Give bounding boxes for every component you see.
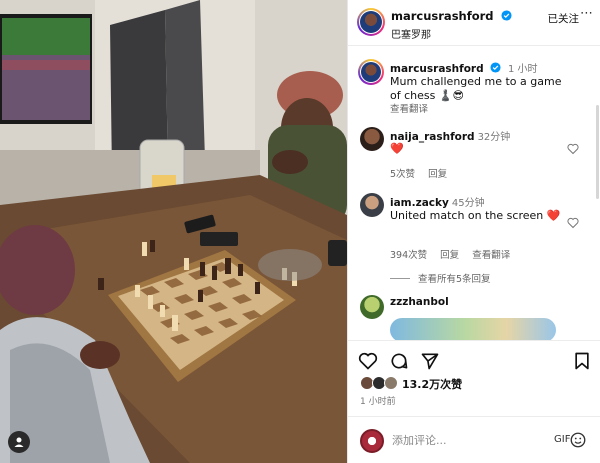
commenter-avatar[interactable] bbox=[360, 193, 384, 217]
comment-input[interactable] bbox=[392, 430, 542, 450]
caption-avatar[interactable] bbox=[358, 59, 384, 85]
chess-scene-image bbox=[0, 0, 347, 463]
comment-meta: 5次赞 回复 bbox=[390, 166, 457, 180]
emoji-icon[interactable] bbox=[569, 431, 587, 449]
instagram-post-window: marcusrashford 巴塞罗那 已关注 ⋯ marcusrashford… bbox=[0, 0, 600, 463]
share-icon[interactable] bbox=[420, 351, 440, 371]
comment-username[interactable]: naija_rashford 32分钟 bbox=[390, 128, 510, 143]
comment-meta: 394次赞 回复 查看翻译 bbox=[390, 247, 520, 261]
location-link[interactable]: 巴塞罗那 bbox=[391, 26, 431, 41]
caption-username[interactable]: marcusrashford 1 小时 bbox=[390, 60, 537, 75]
liker-avatar bbox=[384, 376, 398, 390]
reply-button[interactable]: 回复 bbox=[440, 250, 459, 261]
scrollbar[interactable] bbox=[596, 105, 599, 199]
author-username[interactable]: marcusrashford bbox=[391, 9, 512, 23]
comment-icon[interactable] bbox=[389, 351, 409, 371]
likes-summary[interactable]: 13.2万次赞 bbox=[348, 374, 600, 394]
like-comment-icon[interactable] bbox=[567, 217, 579, 229]
comment-translate[interactable]: 查看翻译 bbox=[472, 250, 510, 261]
verified-icon bbox=[490, 62, 501, 73]
following-button[interactable]: 已关注 bbox=[548, 11, 580, 26]
user-tag-icon[interactable] bbox=[8, 431, 30, 453]
likes-count[interactable]: 13.2万次赞 bbox=[402, 376, 462, 392]
like-comment-icon[interactable] bbox=[567, 143, 579, 155]
comment-username[interactable]: zzzhanbol bbox=[390, 296, 449, 308]
view-replies-button[interactable]: 查看所有5条回复 bbox=[390, 271, 491, 285]
comment-text: United match on the screen ❤️ bbox=[390, 209, 561, 222]
post-details-panel: marcusrashford 巴塞罗那 已关注 ⋯ marcusrashford… bbox=[347, 0, 600, 463]
author-avatar[interactable] bbox=[357, 8, 385, 36]
post-time: 1 小时前 bbox=[360, 397, 396, 407]
current-user-avatar bbox=[360, 429, 384, 453]
caption-translate[interactable]: 查看翻译 bbox=[390, 101, 438, 115]
caption-time: 1 小时 bbox=[507, 64, 538, 75]
save-icon[interactable] bbox=[572, 351, 592, 371]
add-comment-bar: GIF bbox=[348, 416, 600, 463]
comment-likes[interactable]: 394次赞 bbox=[390, 250, 427, 261]
comments-list[interactable]: marcusrashford 1 小时 Mum challenged me to… bbox=[348, 47, 600, 340]
caption-text: Mum challenged me to a game of chess ♟️😎 bbox=[390, 75, 562, 102]
comment-sticker-image bbox=[390, 318, 556, 340]
comment-text: ❤️ bbox=[390, 142, 404, 155]
heart-icon[interactable] bbox=[358, 351, 378, 371]
reply-button[interactable]: 回复 bbox=[428, 169, 447, 180]
verified-icon bbox=[501, 10, 512, 21]
post-photo[interactable] bbox=[0, 0, 347, 463]
commenter-avatar[interactable] bbox=[360, 127, 384, 151]
comment-likes[interactable]: 5次赞 bbox=[390, 169, 415, 180]
gif-button[interactable]: GIF bbox=[554, 434, 570, 445]
more-options-icon[interactable]: ⋯ bbox=[580, 6, 593, 21]
commenter-avatar[interactable] bbox=[360, 295, 384, 319]
post-header: marcusrashford 巴塞罗那 已关注 ⋯ bbox=[348, 0, 600, 46]
comment-username[interactable]: iam.zacky 45分钟 bbox=[390, 194, 485, 209]
